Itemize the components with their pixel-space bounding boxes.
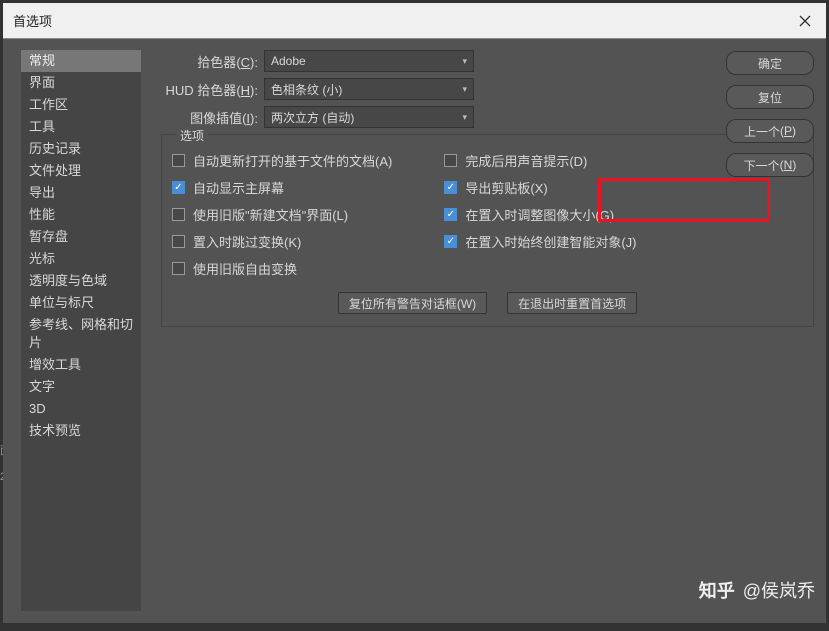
beep-done-checkbox[interactable]: 完成后用声音提示(D) <box>444 151 636 170</box>
ok-button[interactable]: 确定 <box>726 51 814 75</box>
sidebar-item-workspace[interactable]: 工作区 <box>21 94 141 116</box>
hud-picker-label: HUD 拾色器(H): <box>161 80 258 99</box>
chevron-down-icon: ▾ <box>462 84 467 95</box>
preferences-dialog: 首选项 常规 界面 工作区 工具 历史记录 文件处理 导出 性能 暂存盘 光标 … <box>3 3 826 623</box>
chevron-down-icon: ▾ <box>462 112 467 123</box>
sidebar-item-general[interactable]: 常规 <box>21 50 141 72</box>
reset-on-quit-button[interactable]: 在退出时重置首选项 <box>507 292 637 314</box>
zhihu-logo: 知乎 <box>699 577 735 603</box>
next-button[interactable]: 下一个(N) <box>726 153 814 177</box>
watermark: 知乎 @侯岚乔 <box>699 577 815 603</box>
interpolation-value: 两次立方 (自动) <box>271 109 354 126</box>
sidebar-item-3d[interactable]: 3D <box>21 398 141 420</box>
sidebar-item-guides[interactable]: 参考线、网格和切片 <box>21 314 141 354</box>
checkbox-icon <box>444 235 457 248</box>
color-picker-select[interactable]: Adobe ▾ <box>264 50 474 72</box>
sidebar-item-tools[interactable]: 工具 <box>21 116 141 138</box>
resize-on-place-checkbox[interactable]: 在置入时调整图像大小(G) <box>444 205 636 224</box>
sidebar-item-export[interactable]: 导出 <box>21 182 141 204</box>
close-icon <box>799 15 811 27</box>
close-button[interactable] <box>784 3 826 39</box>
export-clipboard-checkbox[interactable]: 导出剪贴板(X) <box>444 178 636 197</box>
options-legend: 选项 <box>176 127 208 144</box>
interpolation-select[interactable]: 两次立方 (自动) ▾ <box>264 106 474 128</box>
reset-button[interactable]: 复位 <box>726 85 814 109</box>
sidebar-item-type[interactable]: 文字 <box>21 376 141 398</box>
dialog-buttons: 确定 复位 上一个(P) 下一个(N) <box>726 51 814 177</box>
interpolation-label: 图像插值(I): <box>161 108 258 127</box>
prev-button[interactable]: 上一个(P) <box>726 119 814 143</box>
window-title: 首选项 <box>13 11 52 30</box>
hud-picker-value: 色相条纹 (小) <box>271 81 342 98</box>
options-fieldset: 选项 自动更新打开的基于文件的文档(A) 自动显示主屏幕 使用旧版"新建文档"界… <box>161 134 814 327</box>
legacy-free-transform-checkbox[interactable]: 使用旧版自由变换 <box>172 259 392 278</box>
checkbox-icon <box>172 181 185 194</box>
auto-show-home-checkbox[interactable]: 自动显示主屏幕 <box>172 178 392 197</box>
sidebar-item-file-handling[interactable]: 文件处理 <box>21 160 141 182</box>
sidebar-item-performance[interactable]: 性能 <box>21 204 141 226</box>
main-panel: 拾色器(C): Adobe ▾ HUD 拾色器(H): 色相条纹 (小) ▾ 图… <box>161 50 814 611</box>
reset-warnings-button[interactable]: 复位所有警告对话框(W) <box>338 292 487 314</box>
create-smart-object-checkbox[interactable]: 在置入时始终创建智能对象(J) <box>444 232 636 251</box>
sidebar-item-transparency[interactable]: 透明度与色域 <box>21 270 141 292</box>
chevron-down-icon: ▾ <box>462 56 467 67</box>
legacy-new-doc-checkbox[interactable]: 使用旧版"新建文档"界面(L) <box>172 205 392 224</box>
checkbox-icon <box>172 235 185 248</box>
category-sidebar: 常规 界面 工作区 工具 历史记录 文件处理 导出 性能 暂存盘 光标 透明度与… <box>21 50 141 611</box>
checkbox-icon <box>172 262 185 275</box>
checkbox-icon <box>172 154 185 167</box>
sidebar-item-interface[interactable]: 界面 <box>21 72 141 94</box>
options-right-column: 完成后用声音提示(D) 导出剪贴板(X) 在置入时调整图像大小(G) 在置入时始… <box>444 151 636 278</box>
skip-transform-checkbox[interactable]: 置入时跳过变换(K) <box>172 232 392 251</box>
sidebar-item-cursor[interactable]: 光标 <box>21 248 141 270</box>
sidebar-item-history[interactable]: 历史记录 <box>21 138 141 160</box>
watermark-author: @侯岚乔 <box>743 577 815 603</box>
hud-picker-select[interactable]: 色相条纹 (小) ▾ <box>264 78 474 100</box>
sidebar-item-tech-preview[interactable]: 技术预览 <box>21 420 141 442</box>
sidebar-item-units[interactable]: 单位与标尺 <box>21 292 141 314</box>
sidebar-item-plugins[interactable]: 增效工具 <box>21 354 141 376</box>
checkbox-icon <box>172 208 185 221</box>
color-picker-label: 拾色器(C): <box>161 52 258 71</box>
checkbox-icon <box>444 208 457 221</box>
color-picker-value: Adobe <box>271 54 306 68</box>
sidebar-item-scratch[interactable]: 暂存盘 <box>21 226 141 248</box>
auto-update-docs-checkbox[interactable]: 自动更新打开的基于文件的文档(A) <box>172 151 392 170</box>
checkbox-icon <box>444 154 457 167</box>
titlebar: 首选项 <box>3 3 826 39</box>
checkbox-icon <box>444 181 457 194</box>
options-left-column: 自动更新打开的基于文件的文档(A) 自动显示主屏幕 使用旧版"新建文档"界面(L… <box>172 151 392 278</box>
